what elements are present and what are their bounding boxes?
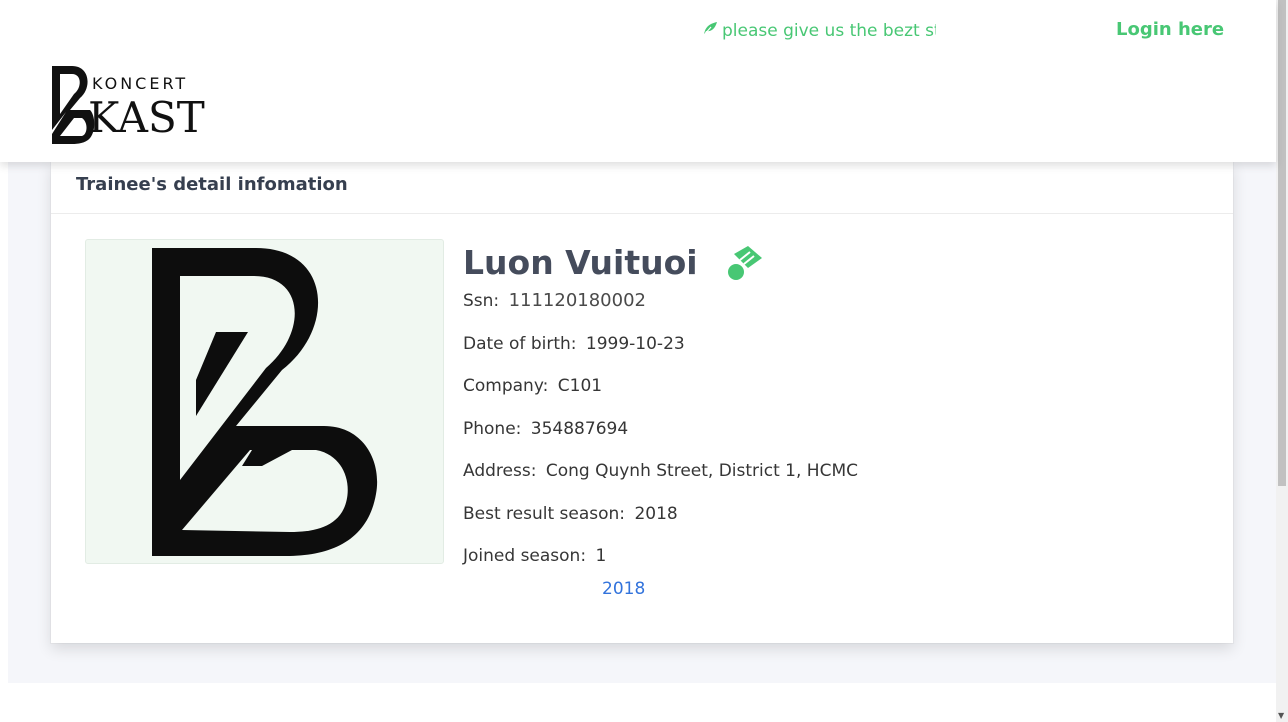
leaf-icon [702, 18, 718, 44]
phone-label: Phone: [463, 418, 522, 439]
page-scrollbar[interactable]: ▼ [1276, 0, 1288, 722]
company-field: Company: C101 [463, 375, 858, 418]
best-season-field: Best result season: 2018 [463, 503, 858, 546]
address-label: Address: [463, 461, 537, 481]
brand-logo-icon [152, 248, 378, 556]
best-season-value: 2018 [634, 503, 678, 524]
joined-season-field: Joined season: 1 [463, 545, 858, 588]
login-link[interactable]: Login here [1116, 17, 1224, 43]
logo-koncert-text: KONCERT [92, 74, 189, 93]
announcement-marquee: please give us the bezt star [702, 18, 936, 44]
main-content: Trainee's detail infomation Luon Vuituoi [8, 162, 1276, 683]
company-label: Company: [463, 376, 549, 396]
joined-season-value: 1 [595, 546, 607, 566]
season-2018-link[interactable]: 2018 [602, 579, 645, 599]
trainee-name: Luon Vuituoi [463, 242, 698, 282]
dob-label: Date of birth: [463, 333, 577, 354]
trainee-info: Luon Vuituoi Ssn: 111120180002 Date of b… [463, 234, 858, 600]
scrollbar-thumb[interactable] [1278, 0, 1286, 486]
ssn-label: Ssn: [463, 291, 500, 311]
address-value: Cong Quynh Street, District 1, HCMC [545, 461, 858, 481]
phone-field: Phone: 354887694 [463, 418, 858, 461]
dob-field: Date of birth: 1999-10-23 [463, 333, 858, 376]
marquee-text: please give us the bezt star [722, 21, 936, 41]
ssn-field: Ssn: 111120180002 [463, 290, 858, 333]
card-title: Trainee's detail infomation [51, 162, 1233, 214]
ssn-value: 111120180002 [508, 290, 646, 311]
brand-logo[interactable]: KONCERT KAST [50, 64, 250, 148]
trainee-detail-card: Trainee's detail infomation Luon Vuituoi [51, 162, 1233, 643]
trainee-photo [85, 239, 444, 564]
scroll-down-arrow-icon[interactable]: ▼ [1278, 711, 1284, 720]
award-badge-icon [726, 242, 766, 286]
logo-kast-text: KAST [88, 93, 205, 142]
site-header: please give us the bezt star Login here … [0, 0, 1276, 162]
dob-value: 1999-10-23 [585, 333, 685, 354]
address-field: Address: Cong Quynh Street, District 1, … [463, 460, 858, 503]
joined-season-label: Joined season: [463, 546, 587, 566]
phone-value: 354887694 [530, 418, 629, 439]
best-season-label: Best result season: [463, 503, 626, 524]
company-value: C101 [557, 376, 603, 396]
